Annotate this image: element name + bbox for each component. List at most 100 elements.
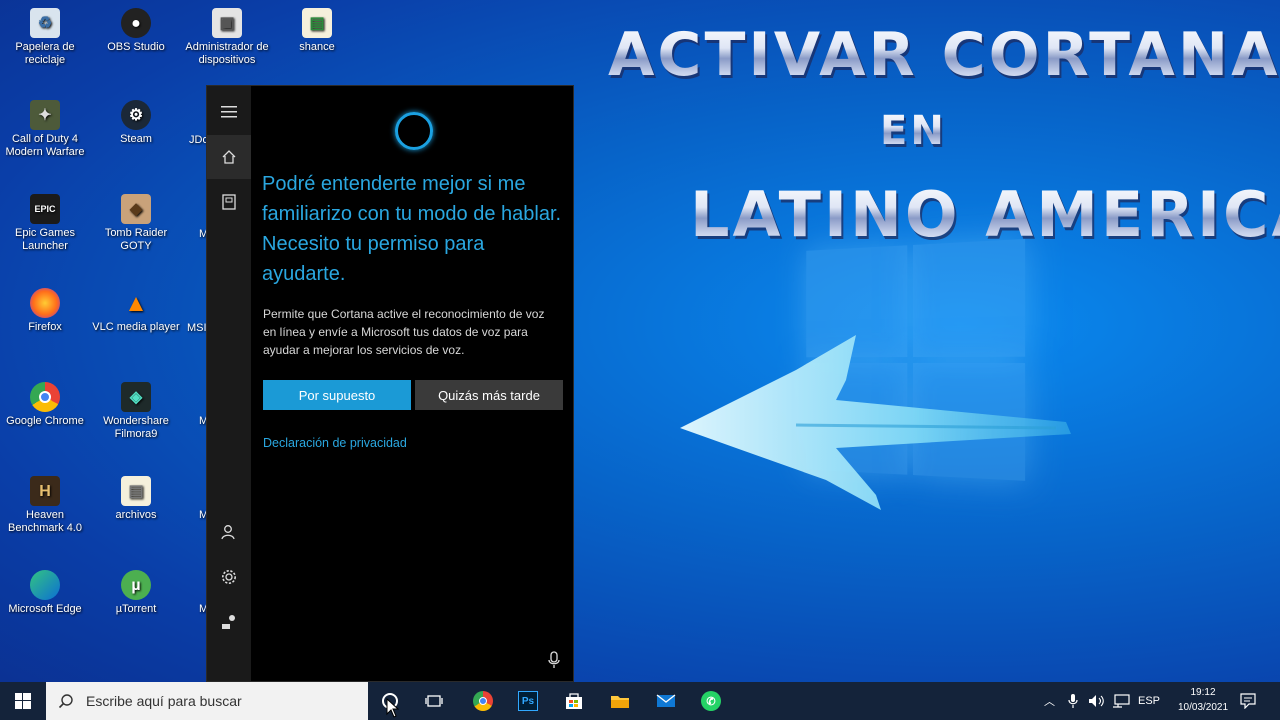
vlc-icon: ▲ (124, 289, 148, 317)
chevron-up-icon: ︿ (1044, 696, 1055, 708)
cortana-body-text: Permite que Cortana active el reconocimi… (263, 307, 545, 357)
hamburger-icon (221, 106, 237, 118)
desktop-icon-label: Google Chrome (6, 415, 84, 427)
desktop-icon[interactable]: ♻ Papelera de reciclaje (0, 8, 90, 67)
utorrent-icon: µ (121, 570, 151, 600)
clock[interactable]: 19:12 10/03/2021 (1178, 685, 1228, 715)
search-placeholder: Escribe aquí para buscar (86, 693, 242, 709)
later-button[interactable]: Quizás más tarde (415, 380, 563, 410)
volume-button[interactable] (1088, 682, 1106, 720)
accept-button[interactable]: Por supuesto (263, 380, 411, 410)
desktop-icon[interactable]: ✦ Call of Duty 4 Modern Warfare (0, 100, 90, 159)
network-icon (1113, 694, 1130, 708)
store-taskbar-button[interactable] (561, 688, 587, 714)
firefox-icon (30, 288, 60, 318)
taskbar: Escribe aquí para buscar Ps ✆ ︿ ESP 19:1… (0, 682, 1280, 720)
desktop-icon[interactable]: EPIC Epic Games Launcher (0, 194, 90, 253)
home-icon (222, 150, 236, 164)
language-indicator[interactable]: ESP (1138, 682, 1160, 720)
photoshop-taskbar-button[interactable]: Ps (515, 688, 541, 714)
network-button[interactable] (1112, 682, 1130, 720)
desktop-icon-label: Wondershare Filmora9 (103, 415, 169, 440)
cortana-ring-icon (395, 112, 433, 150)
desktop-icon[interactable]: Firefox (0, 288, 90, 334)
obs-icon: ● (121, 8, 151, 38)
desktop-icon[interactable]: ▤ shance (272, 8, 362, 54)
desktop-icon-label: µTorrent (115, 603, 157, 615)
title-line-3: Latino America (690, 178, 1280, 251)
action-center-button[interactable] (1240, 682, 1256, 720)
file-explorer-taskbar-button[interactable] (607, 688, 633, 714)
desktop-icon[interactable]: ⚙ Steam (91, 100, 181, 146)
desktop-icon-label: Epic Games Launcher (15, 227, 75, 252)
desktop-icon-label: VLC media player (92, 321, 180, 333)
folder-icon (611, 696, 629, 708)
chrome-taskbar-button[interactable] (470, 688, 496, 714)
desktop-icon-label: Administrador de dispositivos (185, 41, 269, 66)
desktop-icon-label: Papelera de reciclaje (15, 41, 75, 66)
taskbar-search-box[interactable]: Escribe aquí para buscar (46, 682, 368, 720)
desktop-icon[interactable]: µ µTorrent (91, 570, 181, 616)
start-button[interactable] (0, 682, 46, 720)
title-line-1: Activar Cortana (608, 20, 1280, 90)
home-button[interactable] (207, 135, 251, 179)
feedback-button[interactable] (207, 600, 251, 644)
privacy-link[interactable]: Declaración de privacidad (263, 436, 407, 450)
settings-button[interactable] (207, 555, 251, 599)
recycle-bin-icon: ♻ (30, 8, 60, 38)
whatsapp-taskbar-button[interactable]: ✆ (698, 688, 724, 714)
clock-date: 10/03/2021 (1178, 702, 1229, 713)
partial-icon-label: MSI (187, 322, 207, 334)
device-manager-icon: ▣ (212, 8, 242, 38)
filmora-icon: ◈ (121, 382, 151, 412)
desktop-icon[interactable]: Google Chrome (0, 382, 90, 428)
mail-taskbar-button[interactable] (653, 688, 679, 714)
desktop-icon-label: OBS Studio (107, 41, 165, 53)
show-hidden-icons-button[interactable]: ︿ (1044, 682, 1055, 720)
person-icon (221, 525, 235, 540)
epic-icon: EPIC (30, 194, 60, 224)
account-button[interactable] (207, 510, 251, 554)
steam-icon: ⚙ (121, 100, 151, 130)
desktop-icon[interactable]: ▤ archivos (91, 476, 181, 522)
desktop-icon-label: Tomb Raider GOTY (104, 227, 168, 252)
desktop-icon[interactable]: ▣ Administrador de dispositivos (182, 8, 272, 67)
game-icon: ✦ (30, 100, 60, 130)
clock-time: 19:12 (1190, 687, 1216, 698)
store-icon (566, 693, 582, 709)
microphone-tray-icon[interactable] (1068, 682, 1078, 720)
desktop-icon-label: Call of Duty 4 Modern Warfare (5, 133, 85, 158)
gear-icon (222, 570, 236, 584)
desktop-icon-label: Heaven Benchmark 4.0 (8, 509, 82, 534)
feedback-icon (222, 615, 235, 629)
task-view-button[interactable] (421, 688, 447, 714)
desktop-icon-label: Steam (120, 133, 152, 145)
chrome-icon (30, 382, 60, 412)
mail-icon (656, 694, 676, 707)
desktop-icon[interactable]: H Heaven Benchmark 4.0 (0, 476, 90, 535)
photoshop-icon: Ps (518, 691, 538, 711)
desktop-icon-label: Firefox (28, 321, 62, 333)
task-view-icon (425, 695, 443, 707)
desktop-icon-label: archivos (115, 509, 157, 521)
notebook-button[interactable] (207, 180, 251, 224)
title-line-2: en (880, 108, 947, 154)
desktop-icon-label: Microsoft Edge (8, 603, 82, 615)
arrow-graphic (680, 335, 1071, 510)
cortana-headline: Podré entenderte mejor si me familiarizo… (262, 173, 562, 285)
speaker-icon (1089, 695, 1104, 707)
whatsapp-icon: ✆ (701, 691, 721, 711)
desktop-icon[interactable]: ◆ Tomb Raider GOTY (91, 194, 181, 253)
chrome-icon (473, 691, 493, 711)
hamburger-menu-button[interactable] (207, 90, 251, 134)
search-icon (58, 694, 73, 709)
notification-icon (1240, 693, 1256, 709)
microphone-icon[interactable] (547, 651, 561, 669)
file-icon: ▤ (302, 8, 332, 38)
desktop-icon[interactable]: ● OBS Studio (91, 8, 181, 54)
desktop-icon[interactable]: ◈ Wondershare Filmora9 (91, 382, 181, 441)
notebook-icon (222, 194, 236, 210)
file-icon: ▤ (121, 476, 151, 506)
desktop-icon[interactable]: ▲ VLC media player (91, 288, 181, 334)
desktop-icon[interactable]: Microsoft Edge (0, 570, 90, 616)
